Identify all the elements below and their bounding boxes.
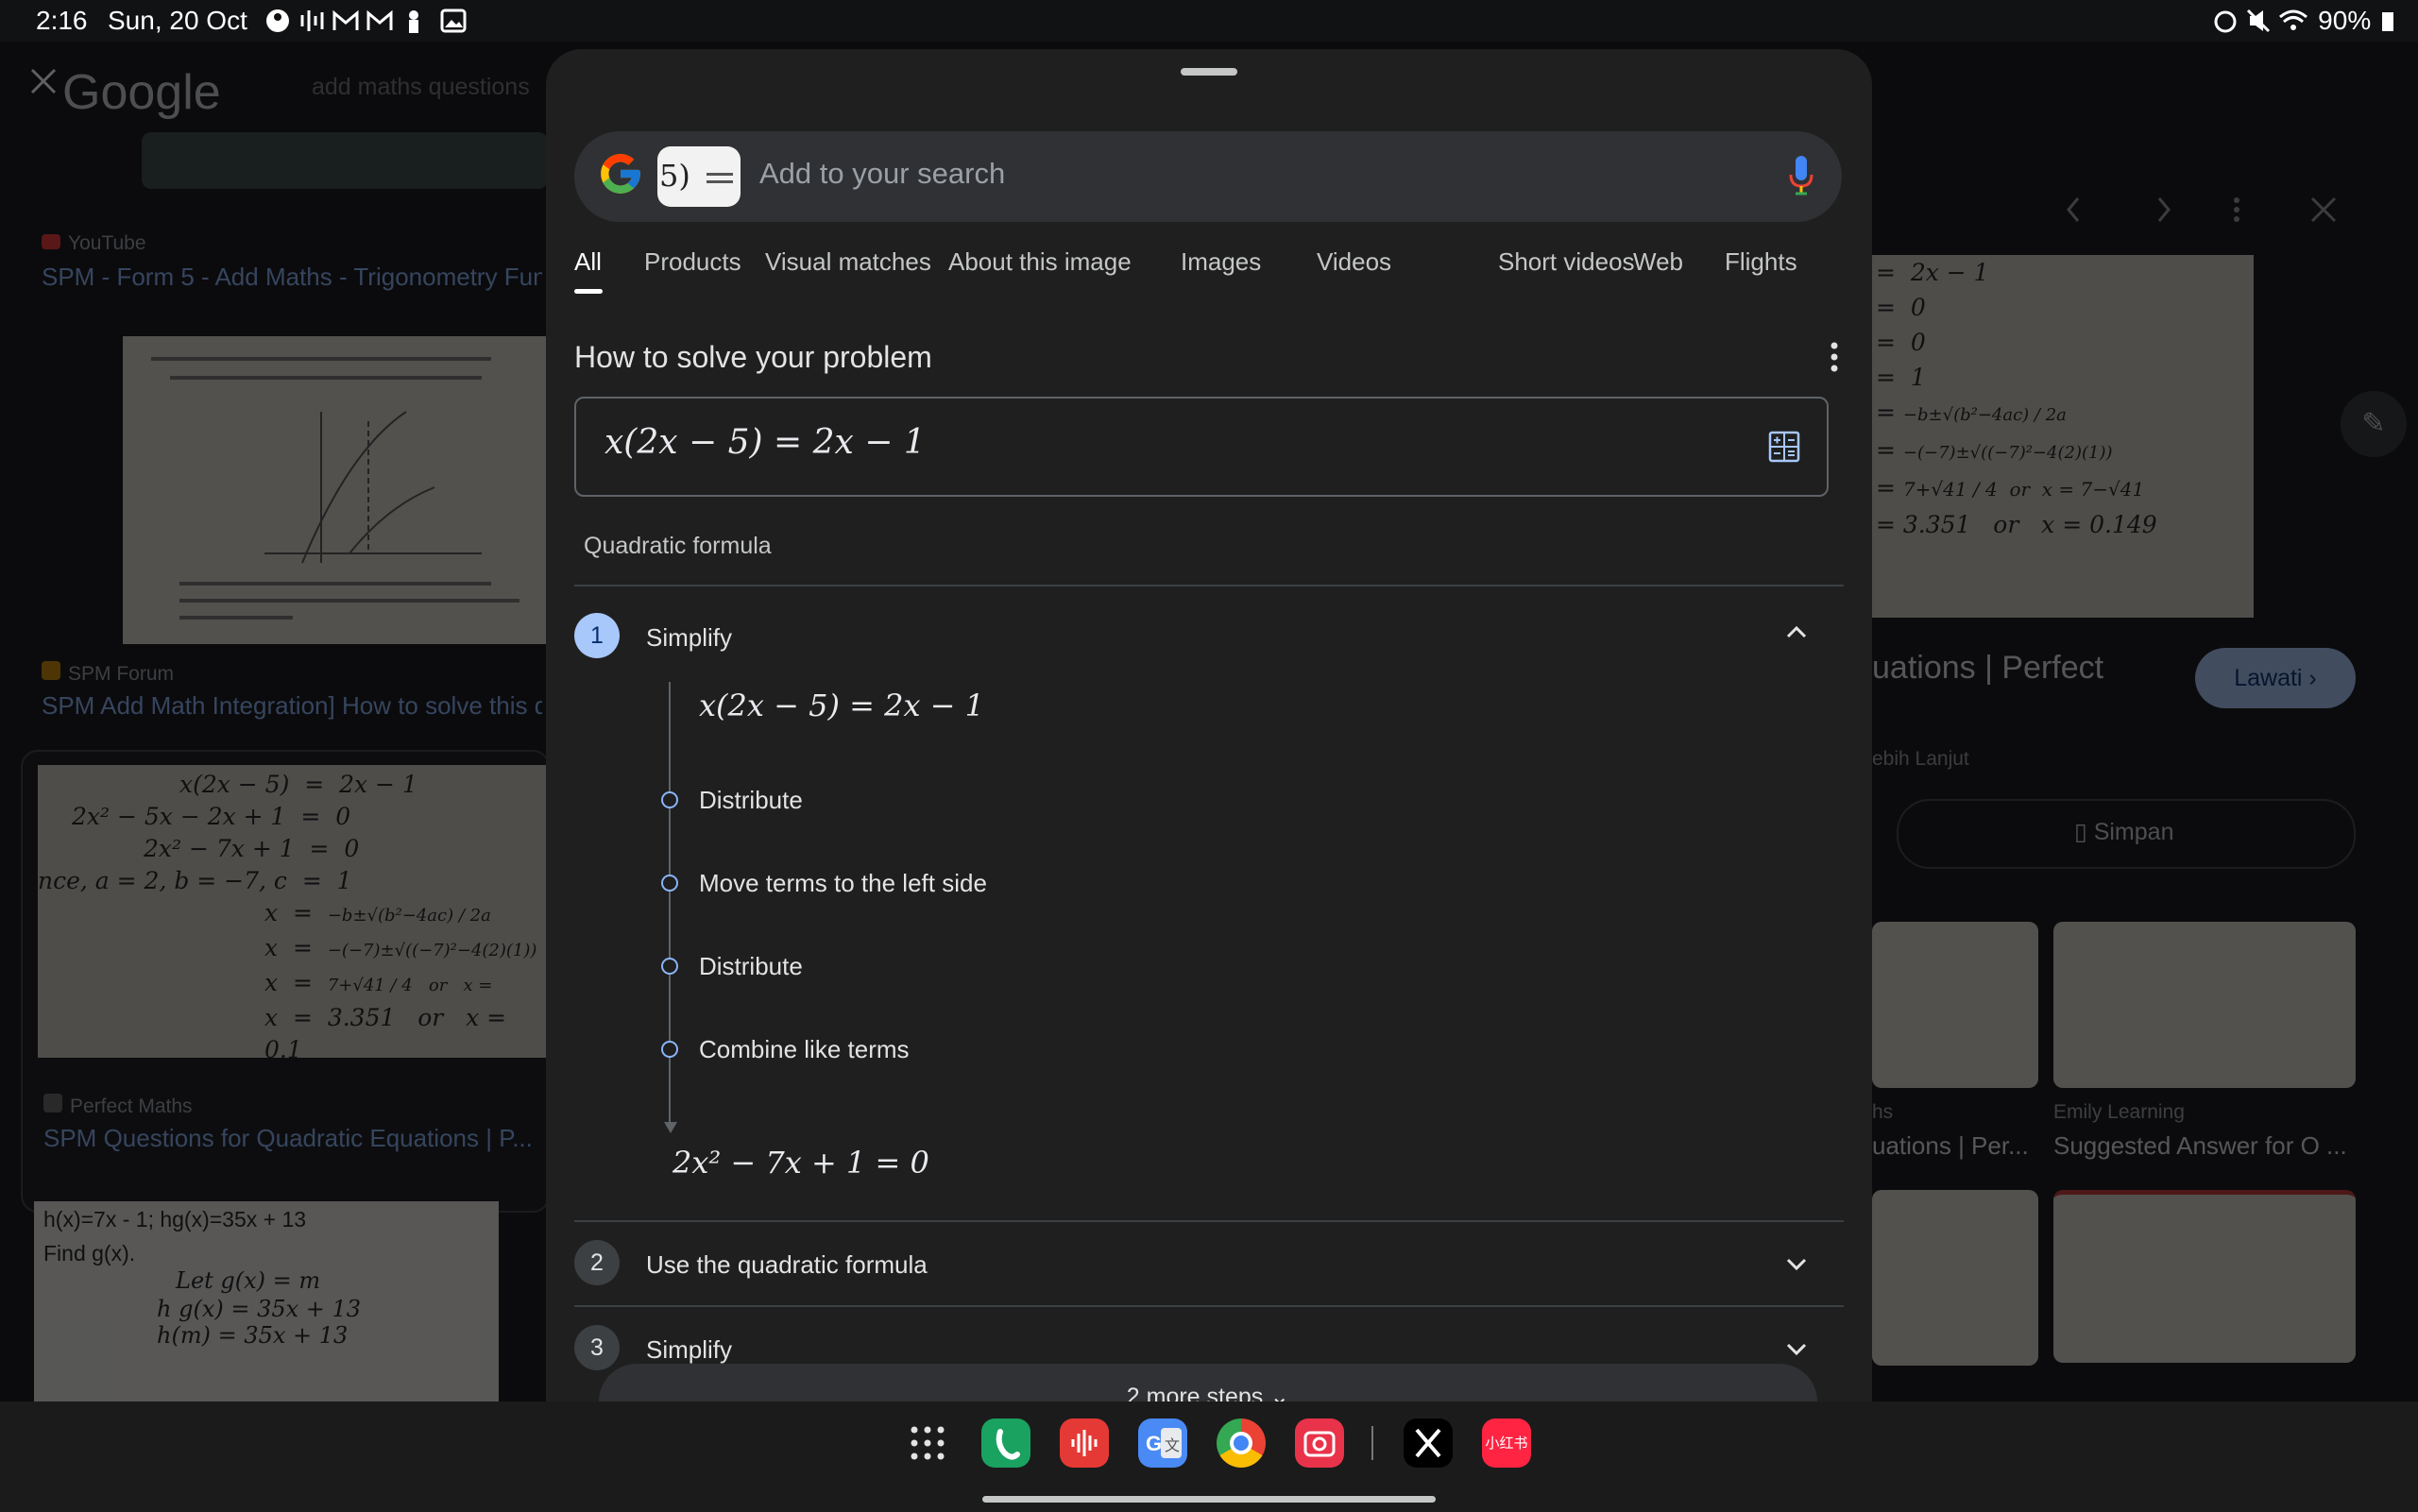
tab-visual-matches[interactable]: Visual matches <box>765 247 931 277</box>
timeline-arrow <box>664 1122 677 1133</box>
divider <box>574 585 1844 586</box>
battery-level: 90% <box>2318 6 2393 36</box>
mic-icon[interactable] <box>1787 154 1815 197</box>
chevron-up-icon[interactable] <box>1783 620 1810 646</box>
tab-short-videos[interactable]: Short videos <box>1498 247 1635 277</box>
tab-all[interactable]: All <box>574 247 602 277</box>
more-steps-label: 2 more steps ⌄ <box>1126 1384 1290 1402</box>
x-icon[interactable] <box>1404 1419 1453 1468</box>
step-header-2[interactable]: 2 Use the quadratic formula <box>574 1233 1844 1292</box>
search-bar[interactable]: 5) Add to your search <box>574 131 1842 222</box>
tab-about-this-image[interactable]: About this image <box>948 247 1132 277</box>
active-tab-indicator <box>574 289 603 294</box>
substep-distribute-2[interactable]: Distribute <box>699 952 803 981</box>
app-drawer-icon[interactable] <box>903 1419 952 1468</box>
divider <box>574 1220 1844 1222</box>
calculator-icon[interactable] <box>1768 431 1800 463</box>
translate-icon[interactable]: G文 <box>1138 1419 1187 1468</box>
section-title: How to solve your problem <box>574 340 932 374</box>
method-label: Quadratic formula <box>584 533 772 559</box>
step-number: 1 <box>574 613 620 658</box>
more-steps-button[interactable]: 2 more steps ⌄ <box>599 1364 1817 1402</box>
chrome-icon[interactable] <box>1217 1419 1266 1468</box>
step-label: Use the quadratic formula <box>646 1250 928 1279</box>
chevron-down-icon[interactable] <box>1783 1335 1810 1362</box>
tab-images[interactable]: Images <box>1181 247 1261 277</box>
svg-text:G: G <box>1146 1432 1162 1455</box>
step-number: 2 <box>574 1240 620 1285</box>
drag-handle[interactable] <box>1181 68 1237 76</box>
xiaohongshu-icon[interactable]: 小红书 <box>1482 1419 1531 1468</box>
recorder-icon[interactable] <box>1060 1419 1109 1468</box>
step-label: Simplify <box>646 623 733 652</box>
svg-text:文: 文 <box>1165 1436 1180 1454</box>
status-bar: 2:16 Sun, 20 Oct 90% <box>0 0 2418 42</box>
notification-icons <box>266 8 467 33</box>
substep-combine-like-terms[interactable]: Combine like terms <box>699 1035 910 1064</box>
tab-products[interactable]: Products <box>644 247 741 277</box>
image-thumbnail-chip[interactable]: 5) <box>657 146 741 207</box>
substep-dot <box>661 875 678 892</box>
taskbar: G文 小红书 <box>0 1402 2418 1512</box>
thumb-chip-text: 5) <box>659 158 690 194</box>
battery-percent: 90% <box>2318 6 2372 35</box>
more-vert-icon[interactable] <box>1831 342 1838 372</box>
step-header-1[interactable]: 1 Simplify <box>574 606 1844 665</box>
step-number: 3 <box>574 1325 620 1370</box>
battery-icon <box>2382 12 2393 31</box>
equation-field[interactable]: x(2x − 5) = 2x − 1 <box>574 397 1829 497</box>
substep-move-terms[interactable]: Move terms to the left side <box>699 869 987 898</box>
substep-dot <box>661 1041 678 1058</box>
step-start-expression: x(2x − 5) = 2x − 1 <box>699 688 985 723</box>
lens-results-sheet: 5) Add to your search All Products Visua… <box>546 49 1872 1402</box>
tab-flights[interactable]: Flights <box>1725 247 1797 277</box>
status-time: 2:16 <box>36 6 88 35</box>
taskbar-divider <box>1371 1426 1373 1460</box>
tab-web[interactable]: Web <box>1633 247 1683 277</box>
tab-videos[interactable]: Videos <box>1317 247 1391 277</box>
status-date: Sun, 20 Oct <box>108 6 247 35</box>
chevron-down-icon[interactable] <box>1783 1250 1810 1277</box>
navigation-handle[interactable] <box>982 1496 1436 1503</box>
google-g-icon <box>601 154 640 194</box>
equation-text: x(2x − 5) = 2x − 1 <box>604 423 926 462</box>
camera-icon[interactable] <box>1295 1419 1344 1468</box>
substep-distribute[interactable]: Distribute <box>699 786 803 815</box>
step-result-expression: 2x² − 7x + 1 = 0 <box>673 1145 929 1181</box>
step-label: Simplify <box>646 1335 733 1364</box>
substep-dot <box>661 958 678 975</box>
system-status-icons <box>2214 8 2307 33</box>
substep-dot <box>661 791 678 808</box>
search-input[interactable]: Add to your search <box>759 157 1005 191</box>
divider <box>574 1305 1844 1307</box>
phone-icon[interactable] <box>981 1419 1030 1468</box>
